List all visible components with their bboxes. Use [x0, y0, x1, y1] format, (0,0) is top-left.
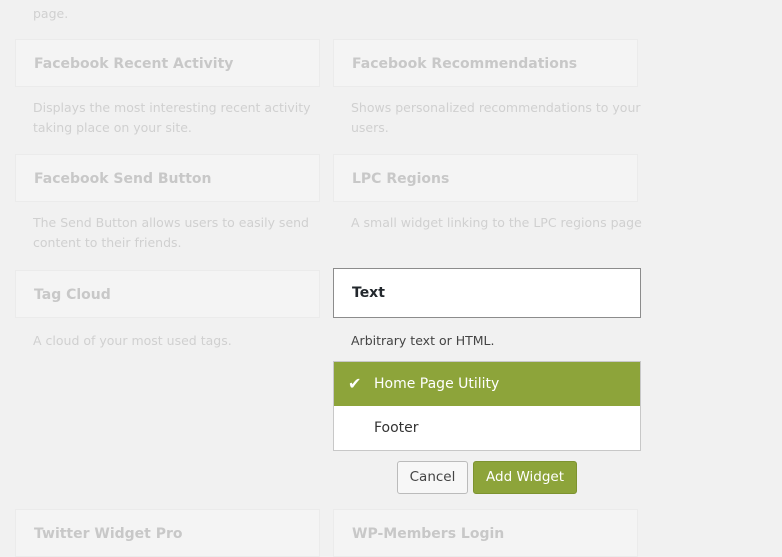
- add-widget-button[interactable]: Add Widget: [473, 461, 577, 494]
- widget-wp-members-login[interactable]: WP-Members Login: [333, 509, 638, 557]
- top-fragment-text: page.: [33, 6, 69, 21]
- widget-area-chooser: ✔ Home Page Utility Footer: [333, 361, 641, 451]
- widget-facebook-send-button[interactable]: Facebook Send Button: [15, 154, 320, 202]
- widget-text-description: Arbitrary text or HTML.: [351, 333, 495, 348]
- widget-description: Displays the most interesting recent act…: [33, 100, 311, 135]
- widget-description: The Send Button allows users to easily s…: [33, 215, 309, 250]
- widget-lpc-regions[interactable]: LPC Regions: [333, 154, 638, 202]
- widget-facebook-recent-activity[interactable]: Facebook Recent Activity: [15, 39, 320, 87]
- widget-twitter-widget-pro[interactable]: Twitter Widget Pro: [15, 509, 320, 557]
- area-option-label: Home Page Utility: [374, 376, 500, 392]
- widget-description: Shows personalized recommendations to yo…: [351, 100, 641, 135]
- area-option-home-page-utility[interactable]: ✔ Home Page Utility: [334, 362, 640, 406]
- checkmark-icon: ✔: [348, 374, 362, 393]
- widget-tag-cloud[interactable]: Tag Cloud: [15, 270, 320, 318]
- widget-text-active[interactable]: Text: [333, 268, 641, 318]
- widget-description: A cloud of your most used tags.: [33, 333, 232, 348]
- widget-facebook-recommendations[interactable]: Facebook Recommendations: [333, 39, 638, 87]
- area-option-label: Footer: [374, 420, 419, 436]
- area-option-footer[interactable]: Footer: [334, 406, 640, 450]
- widget-description: A small widget linking to the LPC region…: [351, 215, 642, 230]
- cancel-button[interactable]: Cancel: [397, 461, 468, 494]
